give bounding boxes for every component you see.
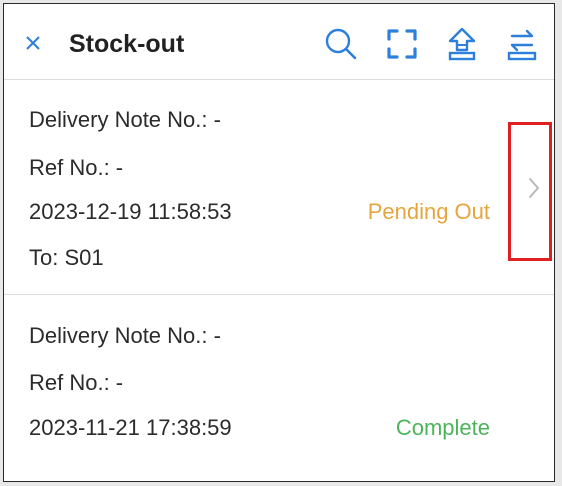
scan-icon[interactable] [384, 26, 420, 62]
status-badge: Complete [395, 415, 490, 440]
highlight-box [508, 122, 552, 261]
top-bar: Stock-out [4, 4, 554, 80]
upload-icon[interactable] [444, 26, 480, 62]
transfer-icon[interactable] [504, 26, 540, 62]
app-frame: Stock-out Delivery Note No.: - Ref No.: … [3, 3, 555, 482]
list-item[interactable]: Delivery Note No.: - Ref No.: - 2023-11-… [4, 295, 554, 481]
delivery-note-number: Delivery Note No.: - [29, 323, 221, 348]
list-item[interactable]: Delivery Note No.: - Ref No.: - 2023-12-… [4, 80, 554, 295]
status-badge: Pending Out [367, 199, 490, 224]
destination: To: S01 [29, 245, 104, 270]
record-datetime: 2023-12-19 11:58:53 [29, 199, 232, 224]
delivery-note-number: Delivery Note No.: - [29, 107, 221, 132]
search-icon[interactable] [323, 26, 359, 62]
ref-number: Ref No.: - [29, 155, 124, 180]
close-icon[interactable] [24, 34, 42, 52]
record-datetime: 2023-11-21 17:38:59 [29, 415, 232, 440]
page-title: Stock-out [69, 30, 185, 58]
ref-number: Ref No.: - [29, 370, 124, 395]
